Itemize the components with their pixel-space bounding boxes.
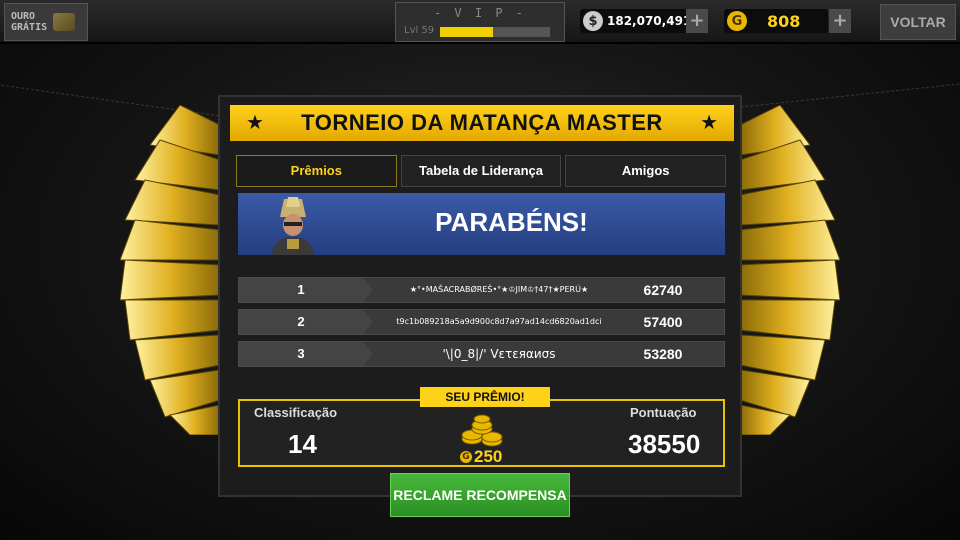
vip-title: - V I P - <box>433 6 527 20</box>
row-chevron <box>363 342 373 366</box>
back-button[interactable]: VOLTAR <box>880 4 956 40</box>
tournament-title: TORNEIO DA MATANÇA MASTER <box>301 110 663 135</box>
gold-coin-icon: G <box>727 11 747 31</box>
star-icon: ★ <box>700 110 718 134</box>
tab-bar: Prêmios Tabela de Liderança Amigos <box>236 155 727 187</box>
row-rank: 1 <box>239 278 363 302</box>
free-gold-button[interactable]: OURO GRÁTIS <box>4 3 88 41</box>
add-gold-button[interactable]: + <box>829 9 851 33</box>
gold-value: 808 <box>767 11 801 31</box>
row-score: 53280 <box>643 346 683 362</box>
rank-label: Classificação <box>254 405 338 420</box>
gold-coin-icon: G <box>460 451 472 463</box>
prize-tag: SEU PRÊMIO! <box>420 387 550 407</box>
row-score: 57400 <box>643 314 683 330</box>
row-player-name: ★°•MAŠACRABØREŠ•°★♔JIM♔†47†★PERÚ★ <box>409 285 589 294</box>
congrats-text: PARABÉNS! <box>435 207 588 237</box>
leaderboard-row[interactable]: 3 '\|0_8|/' Vετεяαиσѕ 53280 <box>238 341 725 367</box>
level-label: Lvl 59 <box>404 25 435 36</box>
star-icon: ★ <box>246 110 264 134</box>
free-gold-label: OURO GRÁTIS <box>11 11 48 33</box>
prize-amount: G 250 <box>460 447 502 467</box>
row-chevron <box>363 278 373 302</box>
gold-counter: G 808 <box>724 9 828 33</box>
level-progress-fill <box>440 27 493 37</box>
prize-value: 250 <box>474 447 503 466</box>
left-gold-wing <box>120 105 221 435</box>
rank-value: 14 <box>288 429 317 459</box>
leaderboard-row[interactable]: 1 ★°•MAŠACRABØREŠ•°★♔JIM♔†47†★PERÚ★ 6274… <box>238 277 725 303</box>
level-progress-bar <box>440 27 550 37</box>
vip-panel[interactable]: - V I P - Lvl 59 <box>395 2 565 42</box>
claim-reward-button[interactable]: RECLAME RECOMPENSA <box>390 473 570 517</box>
map-route-line <box>740 83 960 108</box>
row-rank: 2 <box>239 310 363 334</box>
add-money-button[interactable]: + <box>686 9 708 33</box>
money-value: 182,070,491 <box>607 14 692 28</box>
score-value: 38550 <box>628 429 701 459</box>
row-rank: 3 <box>239 342 363 366</box>
row-player-name: '\|0_8|/' Vετεяαиσѕ <box>442 347 556 361</box>
leaderboard-list: 1 ★°•MAŠACRABØREŠ•°★♔JIM♔†47†★PERÚ★ 6274… <box>238 277 725 373</box>
tab-prizes[interactable]: Prêmios <box>236 155 397 187</box>
congrats-banner: PARABÉNS! <box>238 193 725 255</box>
row-player-name: t9c1b089218a5a9d900c8d7a97ad14cd6820ad1d… <box>396 317 602 326</box>
top-bar: OURO GRÁTIS - V I P - Lvl 59 $ 182,070,4… <box>0 0 960 44</box>
leaderboard-row[interactable]: 2 t9c1b089218a5a9d900c8d7a97ad14cd6820ad… <box>238 309 725 335</box>
right-gold-wing <box>739 105 840 435</box>
tab-leaderboard[interactable]: Tabela de Liderança <box>400 155 562 187</box>
tournament-panel: ★ TORNEIO DA MATANÇA MASTER ★ Prêmios Ta… <box>218 95 742 497</box>
dollar-icon: $ <box>583 11 603 31</box>
title-banner: ★ TORNEIO DA MATANÇA MASTER ★ <box>230 105 734 141</box>
gold-bars-icon <box>53 13 76 31</box>
row-chevron <box>363 310 373 334</box>
score-label: Pontuação <box>630 405 697 420</box>
gold-coin-stack-icon <box>461 414 503 447</box>
tab-friends[interactable]: Amigos <box>565 155 727 187</box>
row-score: 62740 <box>643 282 683 298</box>
